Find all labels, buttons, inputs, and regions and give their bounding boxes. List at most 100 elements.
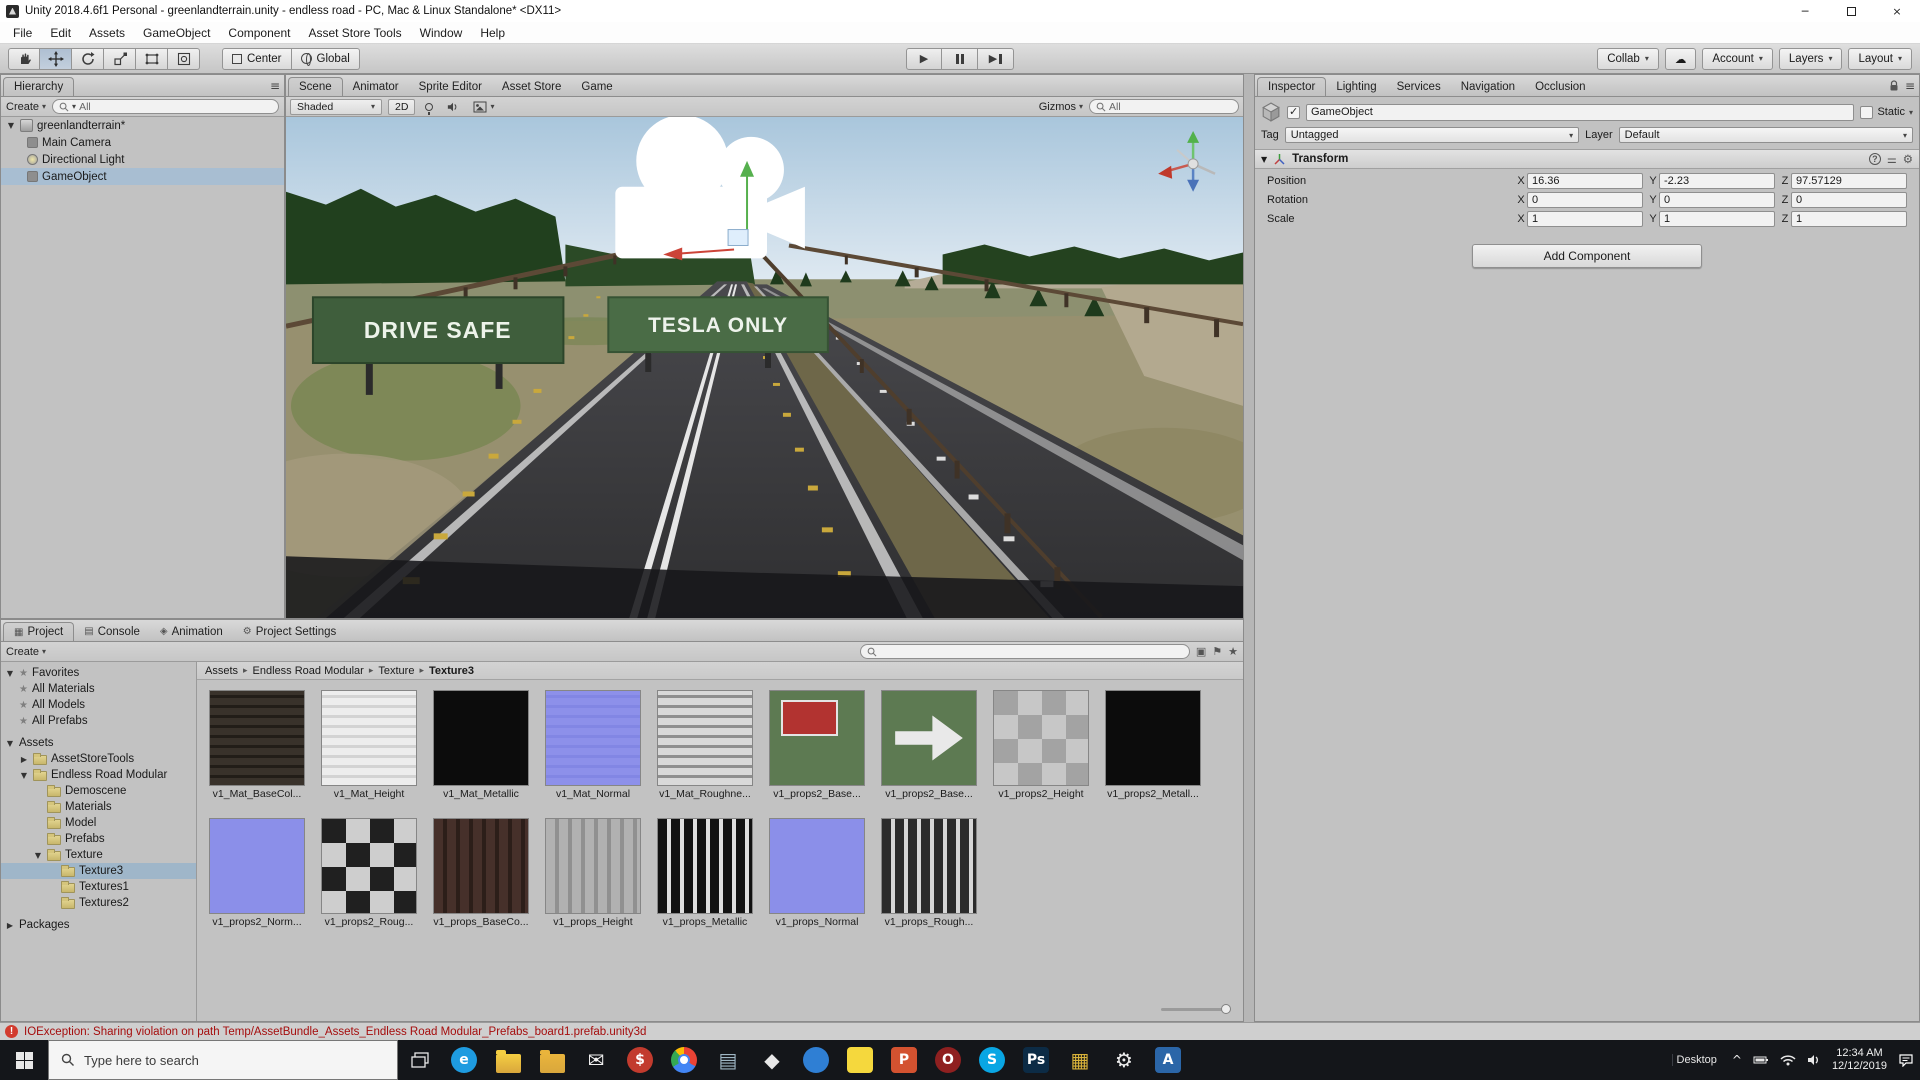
tab-scene[interactable]: Scene (288, 77, 343, 96)
favorite-search-icon[interactable]: ★ (1228, 645, 1238, 658)
menubar-item[interactable]: Window (411, 26, 472, 40)
foldout-open-icon[interactable]: ▼ (6, 121, 16, 130)
taskbar-app-browser[interactable] (794, 1040, 838, 1080)
asset-thumbnail[interactable] (433, 818, 529, 914)
hand-tool-button[interactable] (8, 47, 40, 70)
axis-z-field[interactable]: 97.57129 (1791, 172, 1907, 189)
breadcrumb-item[interactable]: Endless Road Modular (253, 665, 364, 677)
favorites-root[interactable]: ▼ ★ Favorites (1, 665, 196, 681)
tab-project[interactable]: ▦ Project (3, 622, 75, 641)
scene-effects-dropdown[interactable]: ▾ (469, 101, 498, 113)
taskbar-app-edge[interactable]: e (442, 1040, 486, 1080)
taskbar-app-cad-app[interactable]: A (1146, 1040, 1190, 1080)
asset-thumbnail[interactable] (769, 818, 865, 914)
volume-icon[interactable] (1807, 1054, 1821, 1066)
desktop-toolbar-label[interactable]: Desktop (1671, 1054, 1721, 1066)
folder-prefabs[interactable]: Prefabs (1, 831, 196, 847)
taskbar-app-text-editor[interactable]: ▤ (706, 1040, 750, 1080)
axis-z-field[interactable]: 0 (1791, 191, 1907, 208)
menubar-item[interactable]: Asset Store Tools (299, 26, 410, 40)
asset-item[interactable]: v1_props2_Norm... (209, 818, 305, 928)
gizmos-dropdown[interactable]: Gizmos ▾ (1039, 101, 1083, 113)
step-button[interactable]: ▶ (978, 47, 1014, 70)
foldout-open-icon[interactable]: ▼ (5, 739, 15, 748)
tray-chevron-up-icon[interactable]: ^ (1732, 1053, 1742, 1067)
cloud-button[interactable]: ☁ (1664, 47, 1697, 70)
hierarchy-scene-row[interactable]: ▼ greenlandterrain* (1, 117, 284, 134)
menubar-item[interactable]: Component (219, 26, 299, 40)
assets-root[interactable]: ▼ Assets (1, 735, 196, 751)
tag-dropdown[interactable]: Untagged ▾ (1284, 127, 1580, 143)
taskbar-app-photos-app[interactable]: ▦ (1058, 1040, 1102, 1080)
tab-hierarchy[interactable]: Hierarchy (3, 77, 75, 96)
taskbar-app-powerpoint[interactable]: P (882, 1040, 926, 1080)
breadcrumb-item[interactable]: Assets (205, 665, 238, 677)
taskbar-app-mail[interactable]: ✉ (574, 1040, 618, 1080)
tab-project-settings[interactable]: ⚙ Project Settings (233, 622, 347, 641)
tab-navigation[interactable]: Navigation (1451, 77, 1525, 96)
asset-item[interactable]: v1_Mat_Metallic (433, 690, 529, 800)
asset-thumbnail[interactable] (769, 690, 865, 786)
action-center-icon[interactable] (1898, 1053, 1914, 1067)
shading-mode-dropdown[interactable]: Shaded ▾ (290, 98, 382, 115)
taskbar-app-chrome[interactable] (662, 1040, 706, 1080)
scene-audio-toggle[interactable] (443, 101, 463, 113)
tab-inspector[interactable]: Inspector (1257, 77, 1327, 96)
search-by-type-icon[interactable]: ▣ (1196, 645, 1206, 658)
hierarchy-search-input[interactable]: ▾ All (52, 99, 279, 114)
taskbar-app-sticky-notes[interactable] (838, 1040, 882, 1080)
asset-thumbnail[interactable] (545, 690, 641, 786)
taskbar-app-settings[interactable]: ⚙ (1102, 1040, 1146, 1080)
hamburger-menu-icon[interactable]: ≡ (270, 79, 280, 93)
foldout-closed-icon[interactable]: ▶ (5, 921, 15, 930)
play-button[interactable]: ▶ (906, 47, 942, 70)
axis-x-field[interactable]: 1 (1527, 210, 1643, 227)
status-bar[interactable]: ! IOException: Sharing violation on path… (0, 1022, 1920, 1040)
tab-occlusion[interactable]: Occlusion (1525, 77, 1596, 96)
wifi-icon[interactable] (1780, 1054, 1796, 1066)
search-by-label-icon[interactable]: ⚑ (1212, 645, 1222, 658)
menubar-item[interactable]: File (4, 26, 41, 40)
asset-thumbnail[interactable] (545, 818, 641, 914)
tab-lighting[interactable]: Lighting (1326, 77, 1386, 96)
taskbar-app-opera[interactable]: O (926, 1040, 970, 1080)
asset-thumbnail[interactable] (433, 690, 529, 786)
gear-icon[interactable]: ⚙ (1903, 152, 1913, 166)
folder-model[interactable]: Model (1, 815, 196, 831)
breadcrumb-item[interactable]: Texture (378, 665, 414, 677)
asset-thumbnail[interactable] (881, 690, 977, 786)
collab-button[interactable]: Collab ▾ (1597, 47, 1659, 70)
folder-endless-road-modular[interactable]: ▼ Endless Road Modular (1, 767, 196, 783)
asset-item[interactable]: v1_props2_Metall... (1105, 690, 1201, 800)
hamburger-menu-icon[interactable]: ≡ (1905, 79, 1915, 93)
asset-thumbnail[interactable] (321, 690, 417, 786)
asset-item[interactable]: v1_props2_Roug... (321, 818, 417, 928)
asset-item[interactable]: v1_props_Normal (769, 818, 865, 928)
folder-assetstoretools[interactable]: ▶ AssetStoreTools (1, 751, 196, 767)
folder-texture3[interactable]: Texture3 (1, 863, 196, 879)
foldout-closed-icon[interactable]: ▶ (19, 755, 29, 764)
folder-textures1[interactable]: Textures1 (1, 879, 196, 895)
thumbnail-zoom-slider[interactable] (1161, 1003, 1231, 1015)
transform-tool-button[interactable] (168, 47, 200, 70)
add-component-button[interactable]: Add Component (1472, 244, 1702, 268)
tab-game[interactable]: Game (571, 77, 622, 96)
rotate-tool-button[interactable] (72, 47, 104, 70)
asset-thumbnail[interactable] (209, 818, 305, 914)
pivot-toggle-button[interactable]: Center (222, 47, 292, 70)
tab-animation[interactable]: ◈ Animation (150, 622, 233, 641)
asset-thumbnail[interactable] (1105, 690, 1201, 786)
taskbar-app-skype[interactable]: S (970, 1040, 1014, 1080)
tab-sprite-editor[interactable]: Sprite Editor (409, 77, 492, 96)
hierarchy-item-gameobject[interactable]: GameObject (1, 168, 284, 185)
transform-component-header[interactable]: ▼ Transform ? ⚌ ⚙ (1255, 149, 1919, 169)
account-button[interactable]: Account ▾ (1702, 47, 1773, 70)
axis-z-field[interactable]: 1 (1791, 210, 1907, 227)
axis-y-field[interactable]: 1 (1659, 210, 1775, 227)
packages-root[interactable]: ▶ Packages (1, 917, 196, 933)
folder-textures2[interactable]: Textures2 (1, 895, 196, 911)
tab-services[interactable]: Services (1387, 77, 1451, 96)
favorites-all-materials[interactable]: ★ All Materials (1, 681, 196, 697)
asset-item[interactable]: v1_Mat_Normal (545, 690, 641, 800)
static-dropdown-arrow-icon[interactable]: ▾ (1909, 108, 1913, 117)
